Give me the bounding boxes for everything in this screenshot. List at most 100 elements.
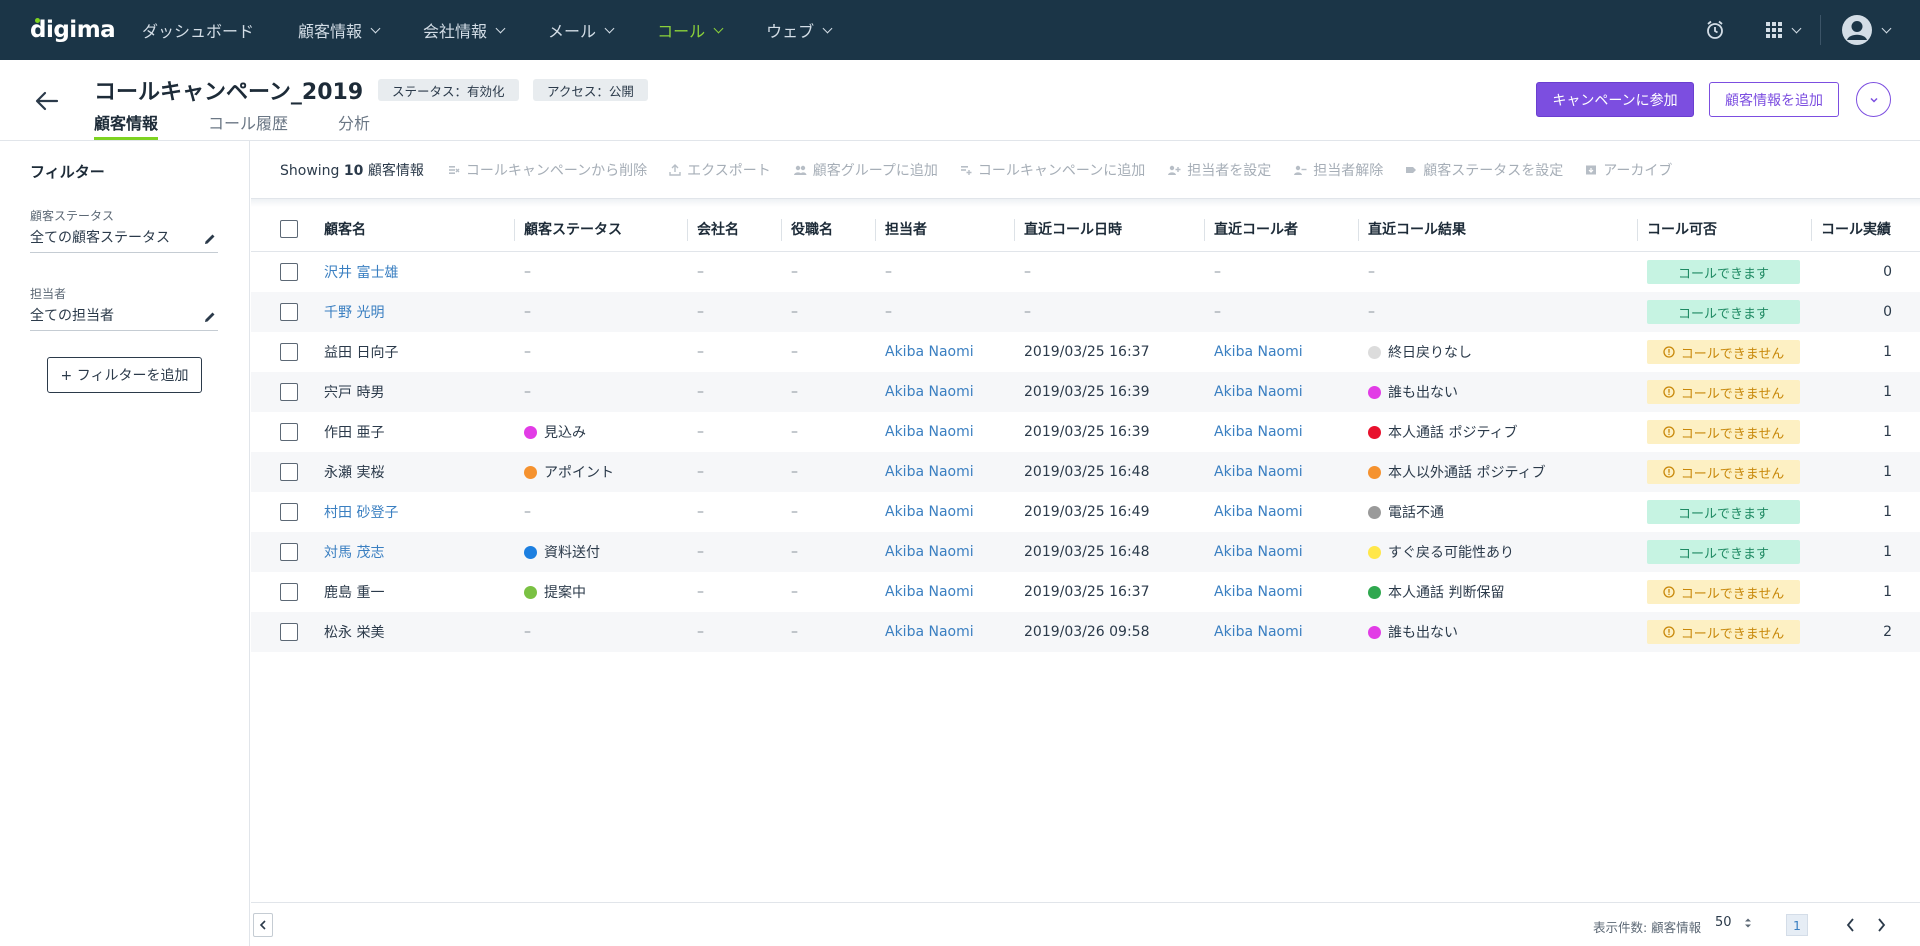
row-checkbox[interactable]: [280, 383, 298, 401]
callable-label: コールできません: [1680, 426, 1785, 442]
owner[interactable]: Akiba Naomi: [885, 412, 974, 452]
last-caller[interactable]: Akiba Naomi: [1214, 612, 1303, 652]
toolbar-action-7[interactable]: アーカイブ: [1585, 160, 1672, 180]
customer-name-link[interactable]: 千野 光明: [324, 292, 384, 332]
last-caller[interactable]: Akiba Naomi: [1214, 412, 1303, 452]
toolbar-action-4[interactable]: 担当者を設定: [1167, 160, 1271, 180]
table-row[interactable]: 鹿島 重一 提案中 – – Akiba Naomi 2019/03/25 16:37 Aki…: [251, 572, 1920, 612]
back-arrow-icon[interactable]: [32, 86, 62, 116]
last-caller[interactable]: Akiba Naomi: [1214, 492, 1303, 532]
owner[interactable]: Akiba Naomi: [885, 492, 974, 532]
collapse-sidebar-button[interactable]: [253, 913, 273, 937]
nav-item-4[interactable]: コール: [657, 18, 724, 42]
toolbar-action-1[interactable]: エクスポート: [669, 160, 771, 180]
table-row[interactable]: 益田 日向子 – – – Akiba Naomi 2019/03/25 16:37 Akib…: [251, 332, 1920, 372]
result-label: 終日戻りなし: [1388, 345, 1472, 361]
owner[interactable]: Akiba Naomi: [885, 332, 974, 372]
owner[interactable]: Akiba Naomi: [885, 532, 974, 572]
toolbar-action-3[interactable]: コールキャンペーンに追加: [960, 160, 1145, 180]
col-customer-status-header[interactable]: 顧客ステータス: [524, 207, 622, 251]
current-page-button[interactable]: 1: [1786, 914, 1808, 936]
toolbar-action-5[interactable]: 担当者解除: [1293, 160, 1383, 180]
col-customer-name-header[interactable]: 顧客名: [324, 207, 366, 251]
owner[interactable]: Akiba Naomi: [885, 612, 974, 652]
table-row[interactable]: 対馬 茂志 資料送付 – – Akiba Naomi 2019/03/25 16:48 Ak…: [251, 532, 1920, 572]
per-page-select[interactable]: 50: [1715, 915, 1752, 930]
col-job-title-header[interactable]: 役職名: [791, 207, 833, 251]
select-all-checkbox[interactable]: [280, 220, 298, 238]
warning-info-icon: [1663, 346, 1675, 358]
row-checkbox[interactable]: [280, 263, 298, 281]
prev-page-icon[interactable]: [1840, 915, 1860, 935]
col-last-caller-header[interactable]: 直近コール者: [1214, 207, 1298, 251]
table-row[interactable]: 永瀬 実桜 アポイント – – Akiba Naomi 2019/03/25 16:48 A…: [251, 452, 1920, 492]
toolbar-action-2[interactable]: 顧客グループに追加: [793, 160, 938, 180]
nav-item-0[interactable]: ダッシュボード: [142, 18, 254, 42]
table-row[interactable]: 作田 亜子 見込み – – Akiba Naomi 2019/03/25 16:39 Aki…: [251, 412, 1920, 452]
nav-item-1[interactable]: 顧客情報: [298, 18, 381, 42]
last-caller[interactable]: Akiba Naomi: [1214, 572, 1303, 612]
filter-customer-status[interactable]: 全ての顧客ステータス: [30, 227, 218, 253]
owner[interactable]: Akiba Naomi: [885, 372, 974, 412]
callable-cell: コールできます: [1647, 292, 1800, 332]
last-caller[interactable]: Akiba Naomi: [1214, 332, 1303, 372]
status-label: 提案中: [544, 585, 586, 601]
nav-item-3[interactable]: メール: [548, 18, 615, 42]
tab-2[interactable]: 分析: [338, 110, 370, 140]
pencil-icon[interactable]: [204, 233, 216, 249]
col-callable-header[interactable]: コール可否: [1647, 207, 1717, 251]
last-caller[interactable]: Akiba Naomi: [1214, 452, 1303, 492]
owner[interactable]: Akiba Naomi: [885, 572, 974, 612]
table-row[interactable]: 松永 栄美 – – – Akiba Naomi 2019/03/26 09:58 Akiba…: [251, 612, 1920, 652]
join-campaign-button[interactable]: キャンペーンに参加: [1536, 82, 1694, 117]
table-row[interactable]: 千野 光明 – – – – – – – コールできます 0: [251, 292, 1920, 332]
alarm-clock-icon[interactable]: [1705, 20, 1725, 40]
add-customer-button[interactable]: 顧客情報を追加: [1709, 82, 1839, 117]
row-checkbox[interactable]: [280, 543, 298, 561]
tab-0[interactable]: 顧客情報: [94, 110, 159, 140]
row-checkbox[interactable]: [280, 583, 298, 601]
showing-count: Showing 10 顧客情報: [280, 160, 424, 180]
customer-status: –: [524, 492, 531, 532]
digima-logo[interactable]: digima: [30, 15, 116, 45]
row-checkbox[interactable]: [280, 423, 298, 441]
col-company-header[interactable]: 会社名: [697, 207, 739, 251]
col-owner-header[interactable]: 担当者: [885, 207, 927, 251]
result-label: 本人通話 ポジティブ: [1388, 425, 1518, 441]
apps-grid-icon[interactable]: [1765, 21, 1802, 39]
next-page-icon[interactable]: [1871, 915, 1891, 935]
last-caller[interactable]: Akiba Naomi: [1214, 532, 1303, 572]
last-call-result: 誰も出ない: [1368, 372, 1458, 412]
col-last-call-time-header[interactable]: 直近コール日時: [1024, 207, 1122, 251]
row-checkbox[interactable]: [280, 343, 298, 361]
table-row[interactable]: 村田 砂登子 – – – Akiba Naomi 2019/03/25 16:49 Akib…: [251, 492, 1920, 532]
toolbar-action-6[interactable]: 顧客ステータスを設定: [1405, 160, 1563, 180]
col-last-call-result-header[interactable]: 直近コール結果: [1368, 207, 1466, 251]
result-dot: [1368, 545, 1381, 559]
row-checkbox[interactable]: [280, 303, 298, 321]
nav-item-2[interactable]: 会社情報: [423, 18, 506, 42]
customer-name-link[interactable]: 村田 砂登子: [324, 492, 398, 532]
tab-1[interactable]: コール履歴: [208, 110, 288, 140]
col-call-count-header[interactable]: コール実績: [1821, 207, 1891, 251]
row-checkbox[interactable]: [280, 463, 298, 481]
row-checkbox[interactable]: [280, 623, 298, 641]
filter-owner[interactable]: 全ての担当者: [30, 305, 218, 331]
result-dot: [1368, 465, 1381, 479]
user-avatar-icon[interactable]: [1841, 14, 1892, 46]
last-caller[interactable]: Akiba Naomi: [1214, 372, 1303, 412]
table-row[interactable]: 沢井 富士雄 – – – – – – – コールできます 0: [251, 252, 1920, 292]
add-filter-button[interactable]: + フィルターを追加: [47, 357, 202, 393]
status-label: –: [524, 264, 531, 280]
toolbar-action-0[interactable]: コールキャンペーンから削除: [448, 160, 647, 180]
table-row[interactable]: 宍戸 時男 – – – Akiba Naomi 2019/03/25 16:39 Akiba…: [251, 372, 1920, 412]
company-name: –: [697, 264, 704, 280]
nav-item-5[interactable]: ウェブ: [766, 18, 833, 42]
customer-name-link[interactable]: 対馬 茂志: [324, 532, 384, 572]
more-options-button[interactable]: [1856, 82, 1891, 117]
owner[interactable]: Akiba Naomi: [885, 452, 974, 492]
row-checkbox[interactable]: [280, 503, 298, 521]
warning-info-icon: [1663, 466, 1675, 478]
pencil-icon[interactable]: [204, 311, 216, 327]
customer-name-link[interactable]: 沢井 富士雄: [324, 252, 398, 292]
